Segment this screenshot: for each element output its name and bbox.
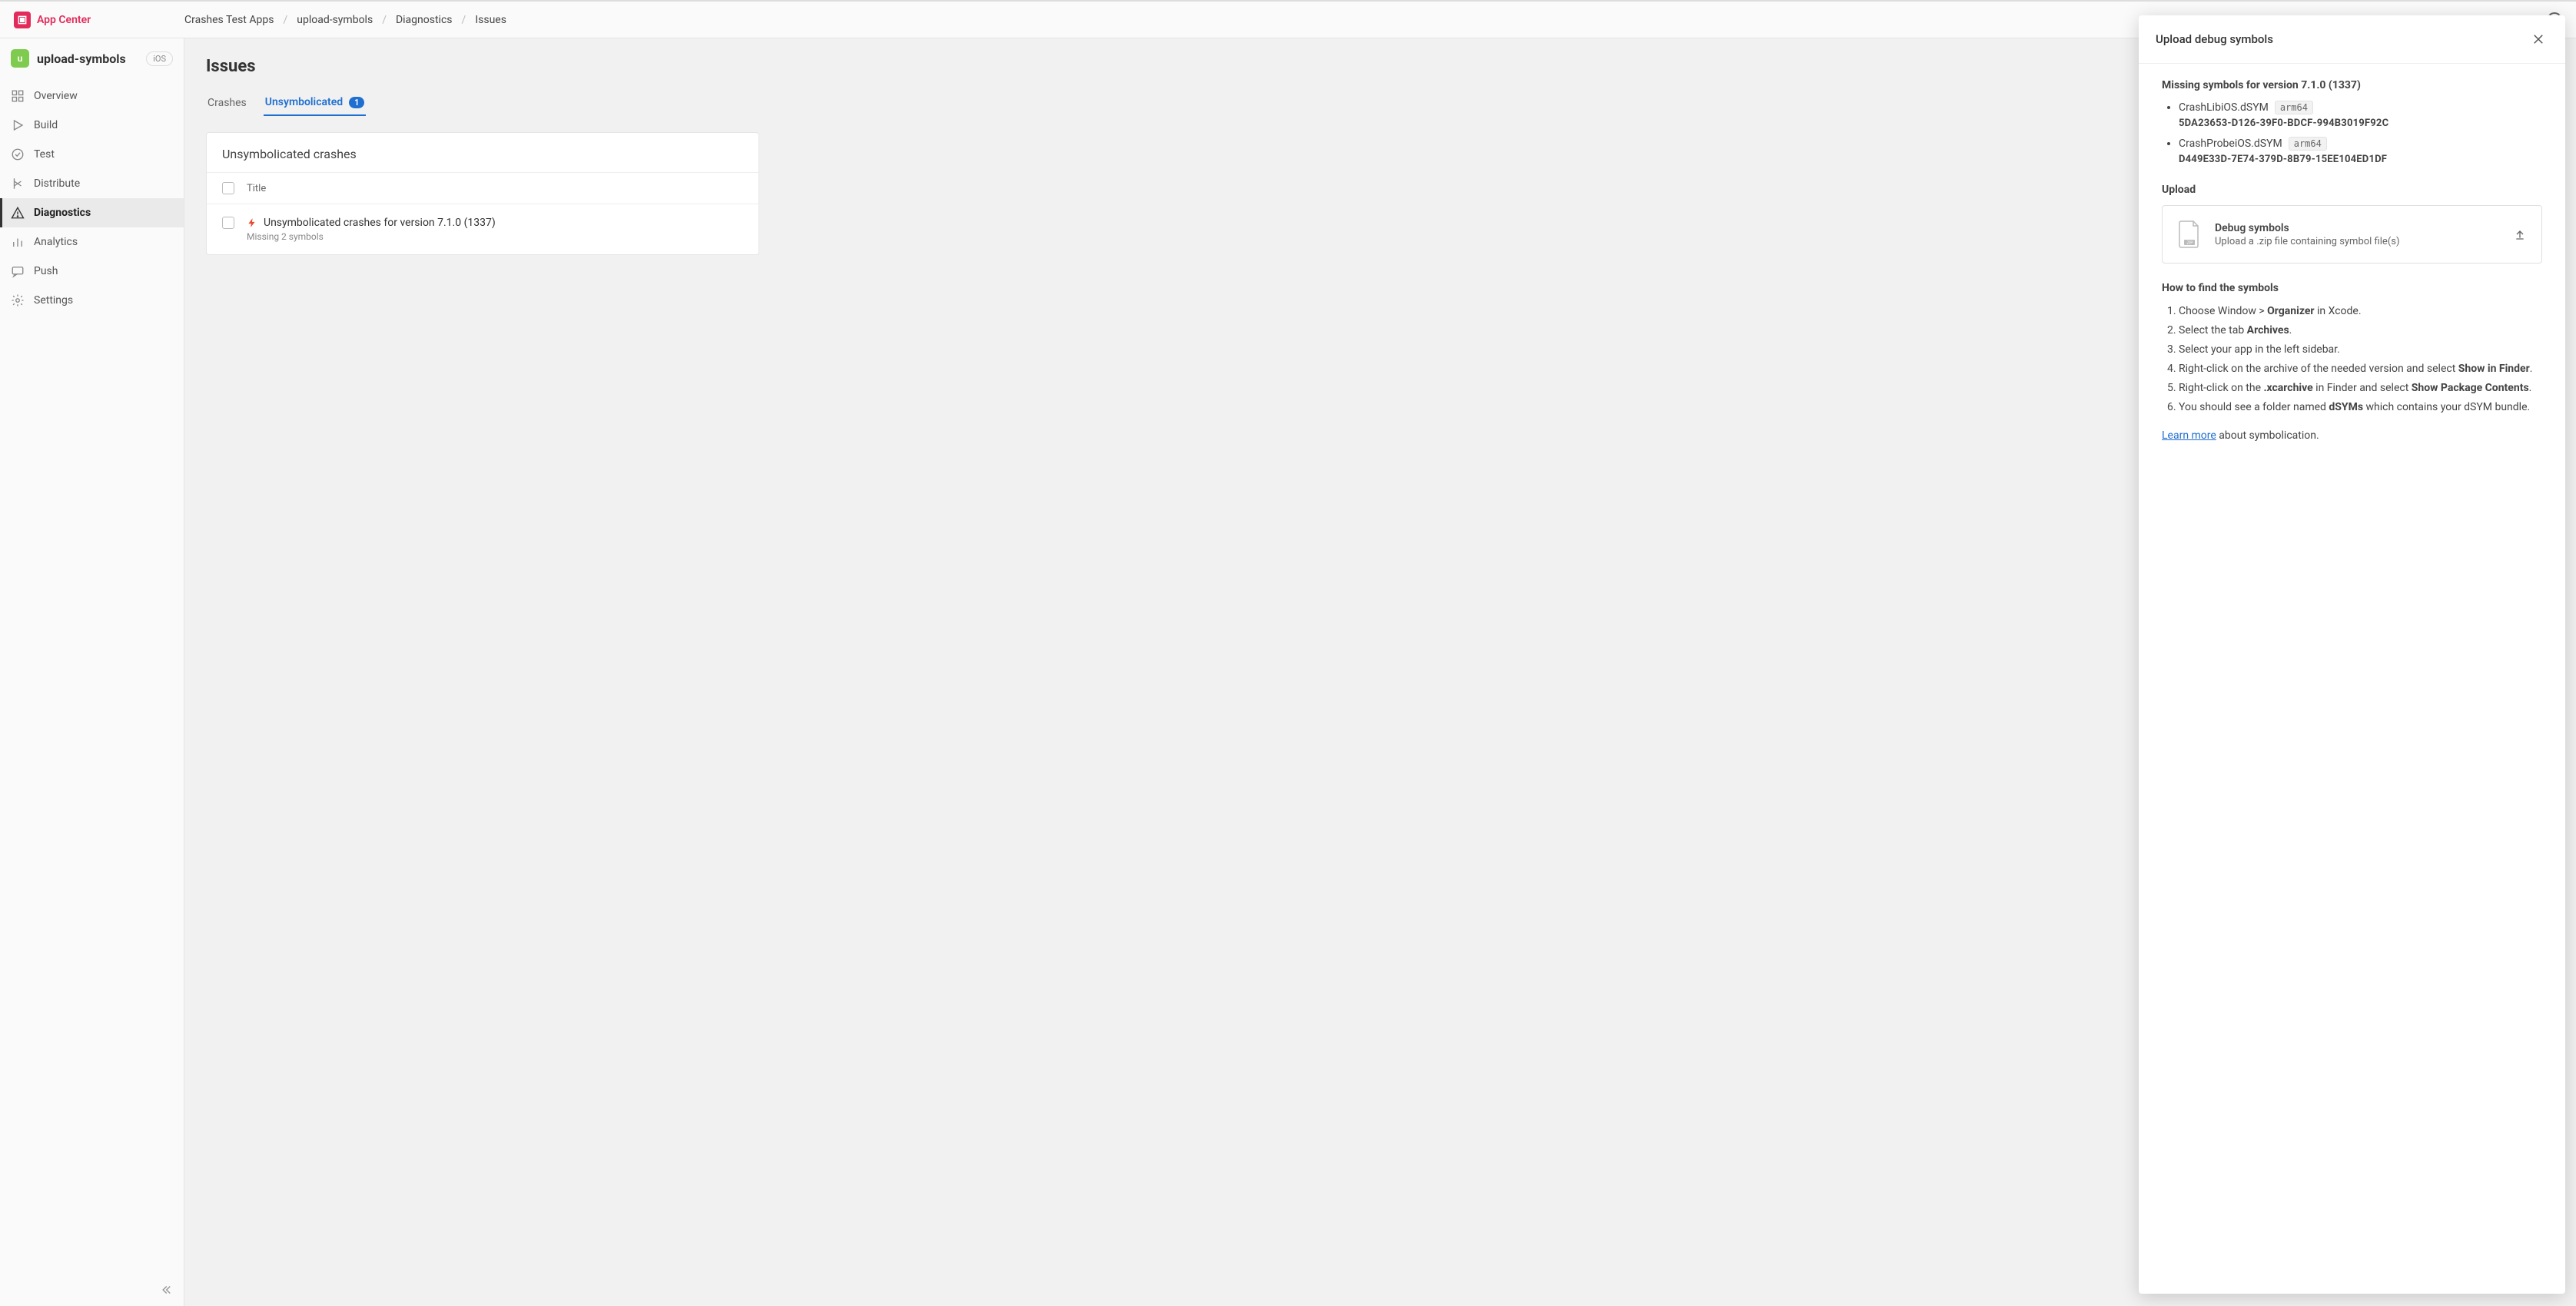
instructions-list: Choose Window > Organizer in Xcode. Sele… bbox=[2162, 303, 2542, 416]
nav-label: Build bbox=[34, 119, 58, 131]
nav-settings[interactable]: Settings bbox=[0, 286, 184, 315]
instruction-item: Right-click on the .xcarchive in Finder … bbox=[2179, 380, 2542, 396]
crumb-3[interactable]: Issues bbox=[475, 14, 506, 26]
upload-heading: Upload bbox=[2162, 184, 2542, 196]
nav-analytics[interactable]: Analytics bbox=[0, 227, 184, 257]
nav-label: Push bbox=[34, 265, 58, 277]
tab-label: Crashes bbox=[207, 97, 247, 109]
grid-icon bbox=[11, 89, 25, 103]
symbol-arch: arm64 bbox=[2289, 137, 2327, 151]
tab-unsymbolicated[interactable]: Unsymbolicated 1 bbox=[264, 90, 367, 116]
brand-text[interactable]: App Center bbox=[37, 14, 91, 26]
nav-label: Analytics bbox=[34, 236, 78, 248]
row-checkbox[interactable] bbox=[222, 217, 234, 229]
crumb-1[interactable]: upload-symbols bbox=[297, 14, 373, 26]
row-title-text: Unsymbolicated crashes for version 7.1.0… bbox=[264, 217, 496, 229]
panel-title: Unsymbolicated crashes bbox=[207, 133, 759, 172]
bar-chart-icon bbox=[11, 235, 25, 249]
sidebar: u upload-symbols iOS Overview Build bbox=[0, 38, 184, 1306]
app-badge: u bbox=[11, 49, 29, 68]
tab-crashes[interactable]: Crashes bbox=[206, 91, 248, 115]
breadcrumb-sep: / bbox=[283, 14, 287, 26]
symbol-uuid: 5DA23653-D126-39F0-BDCF-994B3019F92C bbox=[2179, 118, 2542, 129]
nav-label: Overview bbox=[34, 90, 78, 102]
app-center-logo[interactable] bbox=[14, 12, 31, 28]
zip-file-icon: .ZIP bbox=[2178, 220, 2201, 249]
breadcrumb-sep: / bbox=[382, 14, 387, 26]
app-name: upload-symbols bbox=[37, 51, 126, 66]
upload-dropzone[interactable]: .ZIP Debug symbols Upload a .zip file co… bbox=[2162, 205, 2542, 264]
instruction-item: Select the tab Archives. bbox=[2179, 323, 2542, 339]
symbol-name: CrashProbeiOS.dSYM bbox=[2179, 138, 2282, 150]
close-button[interactable] bbox=[2528, 29, 2548, 49]
column-title: Title bbox=[247, 183, 266, 194]
table-header: Title bbox=[207, 172, 759, 204]
nav-push[interactable]: Push bbox=[0, 257, 184, 286]
instruction-item: Choose Window > Organizer in Xcode. bbox=[2179, 303, 2542, 320]
symbol-name: CrashLibiOS.dSYM bbox=[2179, 101, 2269, 114]
symbol-item: CrashLibiOS.dSYM arm64 5DA23653-D126-39F… bbox=[2179, 101, 2542, 129]
check-circle-icon bbox=[11, 148, 25, 161]
row-subtitle: Missing 2 symbols bbox=[247, 231, 496, 242]
breadcrumbs: Crashes Test Apps / upload-symbols / Dia… bbox=[184, 14, 506, 26]
upload-arrow-icon bbox=[2514, 228, 2526, 240]
settings-icon bbox=[11, 293, 25, 307]
nav-label: Test bbox=[34, 148, 55, 161]
instruction-item: Right-click on the archive of the needed… bbox=[2179, 361, 2542, 377]
missing-symbols-list: CrashLibiOS.dSYM arm64 5DA23653-D126-39F… bbox=[2162, 101, 2542, 165]
symbol-uuid: D449E33D-7E74-379D-8B79-15EE104ED1DF bbox=[2179, 154, 2542, 165]
symbol-arch: arm64 bbox=[2275, 101, 2313, 114]
play-icon bbox=[11, 118, 25, 132]
nav-label: Settings bbox=[34, 294, 73, 307]
dropzone-title: Debug symbols bbox=[2215, 222, 2400, 234]
nav-label: Diagnostics bbox=[34, 207, 91, 219]
howto-heading: How to find the symbols bbox=[2162, 282, 2542, 294]
bolt-icon bbox=[247, 217, 257, 228]
symbol-item: CrashProbeiOS.dSYM arm64 D449E33D-7E74-3… bbox=[2179, 137, 2542, 165]
upload-symbols-sheet: Upload debug symbols Missing symbols for… bbox=[2139, 15, 2565, 1294]
tab-count-badge: 1 bbox=[349, 97, 364, 108]
nav-label: Distribute bbox=[34, 177, 80, 190]
select-all-checkbox[interactable] bbox=[222, 182, 234, 194]
tab-label: Unsymbolicated bbox=[265, 96, 343, 108]
learn-more-link[interactable]: Learn more bbox=[2162, 429, 2216, 442]
app-header[interactable]: u upload-symbols iOS bbox=[0, 38, 184, 81]
crumb-0[interactable]: Crashes Test Apps bbox=[184, 14, 274, 26]
alert-triangle-icon bbox=[11, 206, 25, 220]
breadcrumb-sep: / bbox=[462, 14, 466, 26]
branch-icon bbox=[11, 177, 25, 191]
dropzone-subtitle: Upload a .zip file containing symbol fil… bbox=[2215, 236, 2400, 247]
table-row[interactable]: Unsymbolicated crashes for version 7.1.0… bbox=[207, 204, 759, 254]
message-icon bbox=[11, 264, 25, 278]
svg-text:.ZIP: .ZIP bbox=[2186, 241, 2193, 246]
instruction-item: You should see a folder named dSYMs whic… bbox=[2179, 399, 2542, 416]
nav-build[interactable]: Build bbox=[0, 111, 184, 140]
nav-diagnostics[interactable]: Diagnostics bbox=[0, 198, 184, 227]
platform-pill: iOS bbox=[146, 51, 173, 66]
missing-heading: Missing symbols for version 7.1.0 (1337) bbox=[2162, 79, 2542, 91]
nav-overview[interactable]: Overview bbox=[0, 81, 184, 111]
collapse-sidebar-button[interactable] bbox=[159, 1283, 173, 1297]
crumb-2[interactable]: Diagnostics bbox=[396, 14, 453, 26]
nav-test[interactable]: Test bbox=[0, 140, 184, 169]
nav-distribute[interactable]: Distribute bbox=[0, 169, 184, 198]
crashes-panel: Unsymbolicated crashes Title Unsymbolica… bbox=[206, 132, 759, 255]
learn-more-line: Learn more about symbolication. bbox=[2162, 429, 2542, 442]
sheet-title: Upload debug symbols bbox=[2156, 32, 2273, 46]
instruction-item: Select your app in the left sidebar. bbox=[2179, 342, 2542, 358]
